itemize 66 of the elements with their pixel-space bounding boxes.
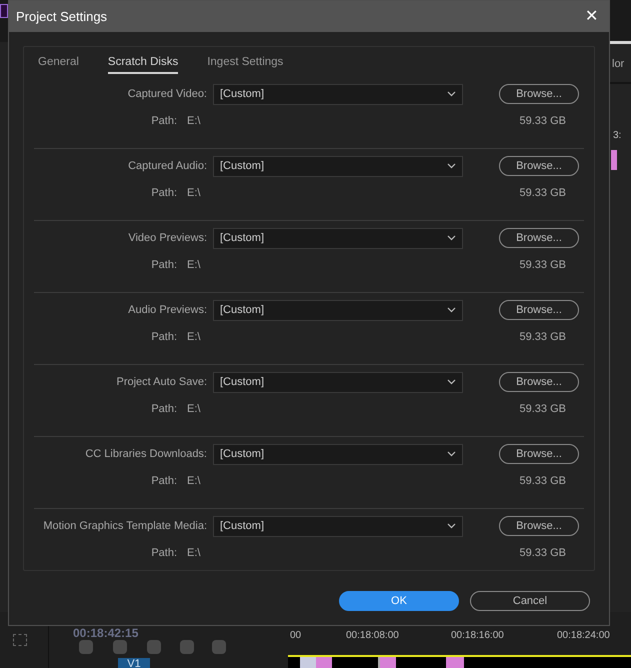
ruler-label: 00	[290, 629, 302, 643]
track-label[interactable]: V1	[118, 658, 150, 668]
dropdown[interactable]: [Custom]	[213, 372, 463, 392]
disk-space: 59.33 GB	[520, 258, 566, 273]
path-value: E:\	[187, 186, 200, 201]
close-button[interactable]: ✕	[581, 8, 602, 24]
caret-icon	[447, 235, 456, 241]
path-value: E:\	[187, 258, 200, 273]
browse-button[interactable]: Browse...	[499, 228, 579, 248]
browse-button[interactable]: Browse...	[499, 156, 579, 176]
timecode: 00:18:42:15	[73, 627, 138, 639]
field-label: Motion Graphics Template Media:	[42, 518, 207, 534]
dropdown[interactable]: [Custom]	[213, 300, 463, 320]
cancel-button[interactable]: Cancel	[470, 591, 590, 611]
dropdown[interactable]: [Custom]	[213, 444, 463, 464]
window-title: Project Settings	[16, 8, 108, 26]
caret-icon	[447, 379, 456, 385]
path-label: Path:	[150, 330, 177, 345]
caret-icon	[447, 307, 456, 313]
field-label: Video Previews:	[127, 230, 207, 246]
caret-icon	[447, 523, 456, 529]
caret-icon	[447, 91, 456, 97]
path-value: E:\	[187, 402, 200, 417]
disk-space: 59.33 GB	[520, 474, 566, 489]
ruler-label: 00:18:08:00	[346, 629, 399, 643]
disk-space: 59.33 GB	[520, 186, 566, 201]
path-label: Path:	[150, 114, 177, 129]
path-label: Path:	[150, 474, 177, 489]
field-label: Project Auto Save:	[116, 374, 207, 390]
browse-button[interactable]: Browse...	[499, 372, 579, 392]
path-label: Path:	[150, 186, 177, 201]
dropdown[interactable]: [Custom]	[213, 228, 463, 248]
browse-button[interactable]: Browse...	[499, 84, 579, 104]
ruler-label: 00:18:16:00	[451, 629, 504, 643]
tab[interactable]: General	[38, 54, 79, 74]
field-label: Audio Previews:	[127, 302, 207, 318]
path-value: E:\	[187, 330, 200, 345]
path-label: Path:	[150, 402, 177, 417]
clip-block	[611, 150, 617, 170]
path-value: E:\	[187, 546, 200, 561]
ruler-label: 00:18:24:00	[557, 629, 610, 643]
disk-space: 59.33 GB	[520, 402, 566, 417]
path-label: Path:	[150, 258, 177, 273]
path-label: Path:	[150, 546, 177, 561]
field-label: CC Libraries Downloads:	[84, 446, 207, 462]
tab[interactable]: Ingest Settings	[207, 54, 284, 74]
browse-button[interactable]: Browse...	[499, 300, 579, 320]
dropdown[interactable]: [Custom]	[213, 156, 463, 176]
tab[interactable]: Scratch Disks	[108, 54, 178, 74]
caret-icon	[447, 163, 456, 169]
caret-icon	[447, 451, 456, 457]
app-logo-icon	[0, 4, 8, 18]
field-label: Captured Video:	[126, 86, 207, 102]
disk-space: 59.33 GB	[520, 114, 566, 129]
insert-icon[interactable]	[13, 634, 27, 646]
browse-button[interactable]: Browse...	[499, 516, 579, 536]
field-label: Captured Audio:	[127, 158, 207, 174]
disk-space: 59.33 GB	[520, 546, 566, 561]
browse-button[interactable]: Browse...	[499, 444, 579, 464]
marker-label: 3:	[613, 129, 622, 143]
path-value: E:\	[187, 474, 200, 489]
disk-space: 59.33 GB	[520, 330, 566, 345]
dropdown[interactable]: [Custom]	[213, 84, 463, 104]
panel-tab[interactable]: lor	[612, 56, 624, 72]
dropdown[interactable]: [Custom]	[213, 516, 463, 536]
path-value: E:\	[187, 114, 200, 129]
